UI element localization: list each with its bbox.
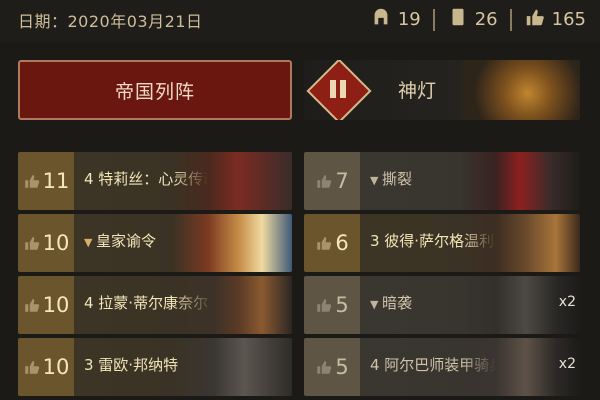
deck-stats: 19 26 165 bbox=[370, 6, 586, 33]
card-cost: 10 bbox=[18, 276, 74, 334]
card-cost: 10 bbox=[18, 214, 74, 272]
card-cost: 6 bbox=[304, 214, 360, 272]
thumbs-up-icon bbox=[317, 361, 332, 374]
card-title-text: 撕裂 bbox=[381, 170, 412, 188]
leader-ability-label: 神灯 bbox=[398, 80, 437, 102]
deck-card[interactable]: 5 4 阿尔巴师装甲骑兵 x2 bbox=[304, 338, 580, 396]
thumbs-up-icon bbox=[24, 175, 39, 188]
stat-units-value: 19 bbox=[397, 9, 421, 30]
divider bbox=[509, 8, 512, 31]
chevron-down-icon: ▼ bbox=[370, 174, 382, 187]
stat-provisions: 165 bbox=[524, 6, 586, 33]
card-title: ▼ 暗袭 bbox=[370, 292, 412, 313]
stat-cards: 26 bbox=[447, 6, 498, 33]
card-count-badge: x2 bbox=[558, 356, 576, 372]
leader-ability-button[interactable]: 神灯 bbox=[304, 60, 580, 120]
card-cost-value: 6 bbox=[335, 231, 349, 255]
thumbs-up-icon bbox=[24, 237, 39, 250]
card-art bbox=[172, 276, 292, 334]
card-cost-value: 7 bbox=[335, 169, 349, 193]
deck-card[interactable]: 7 ▼ 撕裂 bbox=[304, 152, 580, 210]
card-cost-value: 5 bbox=[335, 355, 349, 379]
card-cost-value: 10 bbox=[42, 355, 70, 379]
card-art bbox=[172, 338, 292, 396]
thumbs-up-icon bbox=[317, 299, 332, 312]
thumbs-up-icon bbox=[317, 237, 332, 250]
card-title-text: 暗袭 bbox=[381, 294, 412, 312]
card-cost-value: 10 bbox=[42, 231, 70, 255]
stat-cards-value: 26 bbox=[474, 9, 498, 30]
card-art bbox=[460, 214, 580, 272]
card-cost: 11 bbox=[18, 152, 74, 210]
card-title: ▼ 皇家谕令 bbox=[84, 230, 156, 251]
deck-card[interactable]: 5 ▼ 暗袭 x2 bbox=[304, 276, 580, 334]
card-cost-value: 5 bbox=[335, 293, 349, 317]
divider bbox=[432, 8, 435, 31]
top-bar: 日期：2020年03月21日 19 26 165 bbox=[0, 0, 600, 42]
deck-name-button[interactable]: 帝国列阵 bbox=[18, 60, 292, 120]
card-title-text: 皇家谕令 bbox=[95, 232, 156, 250]
thumbs-up-icon bbox=[24, 299, 39, 312]
deck-card[interactable]: 10 ▼ 皇家谕令 bbox=[18, 214, 292, 272]
card-count-badge: x2 bbox=[558, 294, 576, 310]
helmet-icon bbox=[370, 6, 392, 33]
card-cost: 5 bbox=[304, 276, 360, 334]
deck-card[interactable]: 11 4 特莉丝：心灵传动 bbox=[18, 152, 292, 210]
card-cost: 7 bbox=[304, 152, 360, 210]
card-title: 3 雷欧·邦纳特 bbox=[84, 356, 179, 374]
chevron-down-icon: ▼ bbox=[370, 298, 382, 311]
stat-units: 19 bbox=[370, 6, 421, 33]
deck-date: 日期：2020年03月21日 bbox=[18, 12, 203, 31]
card-art bbox=[460, 152, 580, 210]
card-cost-value: 11 bbox=[42, 169, 70, 193]
deck-card[interactable]: 6 3 彼得·萨尔格温利 bbox=[304, 214, 580, 272]
card-art bbox=[172, 152, 292, 210]
card-cost: 10 bbox=[18, 338, 74, 396]
card-art bbox=[172, 214, 292, 272]
thumbs-up-icon bbox=[524, 6, 546, 33]
card-title: ▼ 撕裂 bbox=[370, 168, 412, 189]
deck-card[interactable]: 10 3 雷欧·邦纳特 bbox=[18, 338, 292, 396]
thumbs-up-icon bbox=[317, 175, 332, 188]
chevron-down-icon: ▼ bbox=[84, 236, 96, 249]
leader-ability-art bbox=[464, 60, 580, 120]
stat-provisions-value: 165 bbox=[551, 9, 586, 30]
thumbs-up-icon bbox=[24, 361, 39, 374]
faction-banner-icon bbox=[330, 80, 346, 98]
card-icon bbox=[447, 6, 469, 33]
deck-card[interactable]: 10 4 拉蒙·蒂尔康奈尔 bbox=[18, 276, 292, 334]
card-cost: 5 bbox=[304, 338, 360, 396]
card-cost-value: 10 bbox=[42, 293, 70, 317]
